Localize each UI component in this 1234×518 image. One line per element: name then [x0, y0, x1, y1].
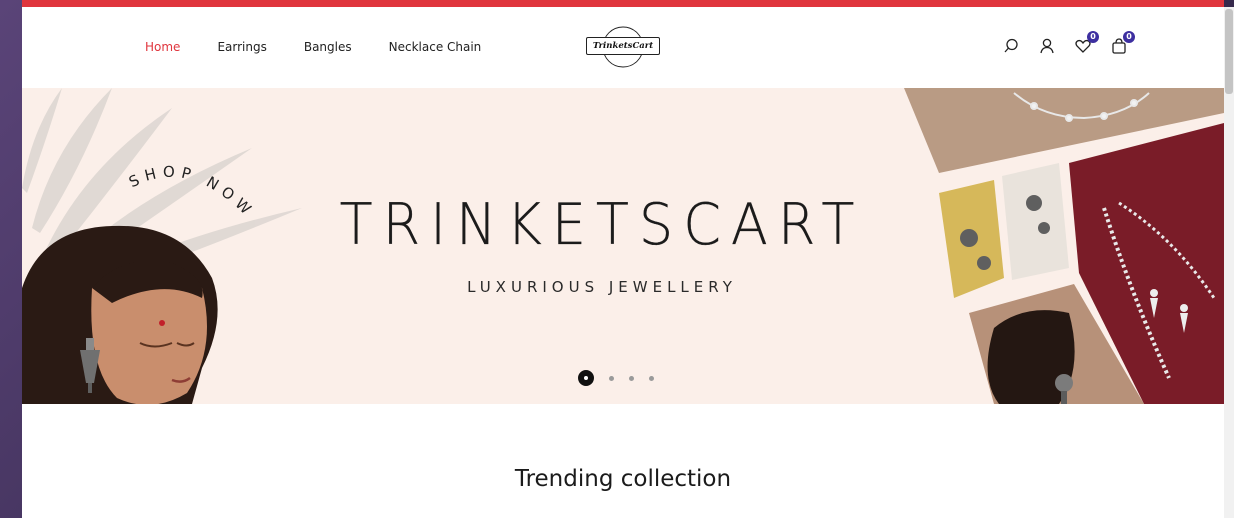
scrollbar-thumb[interactable]	[1225, 9, 1233, 94]
hero-banner[interactable]: SHOP NOW TRINKETSCART LUXURIOUS JEWELLER…	[22, 88, 1224, 404]
page: Home Earrings Bangles Necklace Chain Tri…	[22, 0, 1224, 518]
wishlist-icon[interactable]: 0	[1074, 31, 1099, 55]
banner-title: TRINKETSCART	[339, 191, 865, 258]
main-nav: Home Earrings Bangles Necklace Chain	[145, 40, 481, 54]
shop-now-text: SHOP NOW	[126, 163, 253, 222]
header-icons: 0 0	[1002, 31, 1135, 55]
site-header: Home Earrings Bangles Necklace Chain Tri…	[22, 7, 1224, 88]
svg-text:SHOP NOW: SHOP NOW	[126, 163, 259, 222]
trending-collection-heading: Trending collection	[514, 466, 732, 492]
search-icon[interactable]	[1002, 37, 1020, 55]
page-scrollbar[interactable]	[1224, 7, 1234, 518]
carousel-dot-4[interactable]	[649, 375, 654, 381]
top-accent-bar	[22, 0, 1224, 7]
carousel-dot-2[interactable]	[609, 375, 614, 381]
carousel-dots	[578, 370, 654, 386]
nav-item-earrings[interactable]: Earrings	[217, 40, 266, 54]
account-icon[interactable]	[1038, 37, 1056, 55]
nav-item-bangles[interactable]: Bangles	[304, 40, 352, 54]
cart-count-badge: 0	[1123, 31, 1135, 43]
jewellery-photo-collage	[884, 88, 1224, 404]
logo-text: TrinketsCart	[586, 37, 660, 55]
carousel-dot-1[interactable]	[578, 370, 594, 386]
wishlist-count-badge: 0	[1087, 31, 1099, 43]
nav-item-home[interactable]: Home	[145, 40, 180, 54]
cart-icon[interactable]: 0	[1110, 31, 1135, 55]
site-logo[interactable]: TrinketsCart	[582, 23, 664, 71]
carousel-dot-3[interactable]	[629, 375, 634, 381]
nav-item-necklace-chain[interactable]: Necklace Chain	[389, 40, 482, 54]
banner-subtitle: LUXURIOUS JEWELLERY	[467, 278, 737, 296]
model-photo-left	[22, 225, 218, 404]
